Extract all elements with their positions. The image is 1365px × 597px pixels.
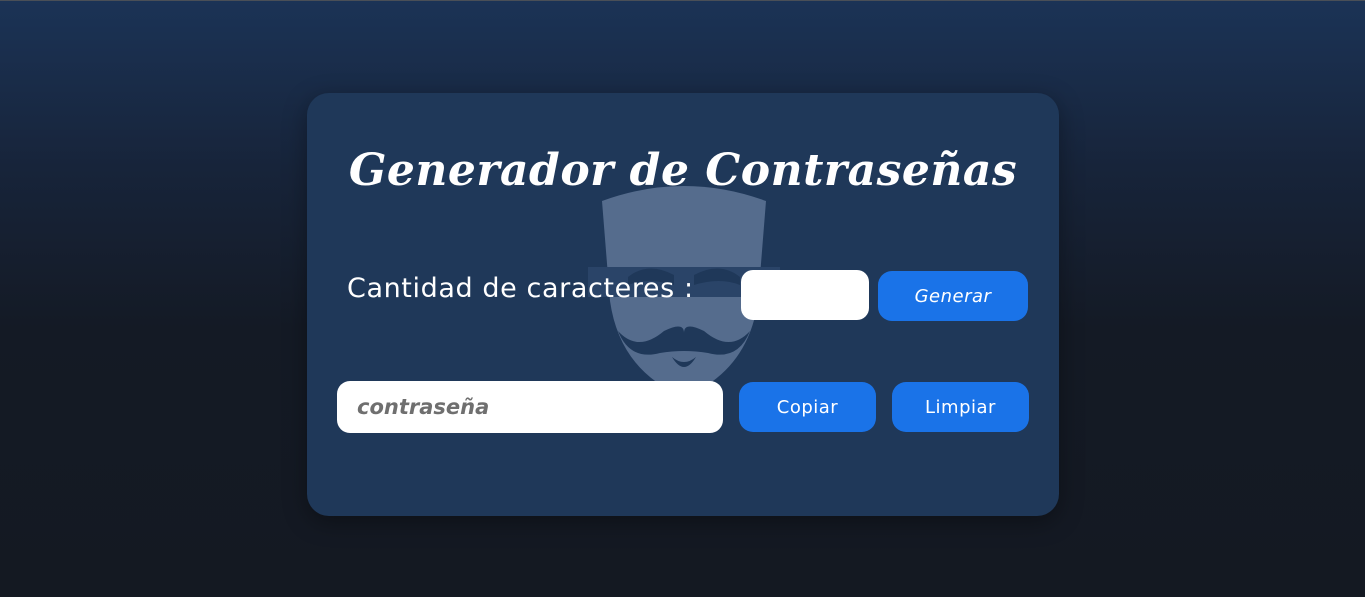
length-label: Cantidad de caracteres : [347,273,694,304]
page-title: Generador de Contraseñas [348,145,1018,196]
clear-button[interactable]: Limpiar [892,382,1029,432]
window-top-border [0,0,1365,1]
password-output-field[interactable] [337,381,723,433]
copy-button[interactable]: Copiar [739,382,876,432]
generate-button[interactable]: Generar [878,271,1028,321]
generator-card: Generador de Contraseñas Cantidad de car… [307,93,1059,516]
length-input[interactable] [741,270,869,320]
